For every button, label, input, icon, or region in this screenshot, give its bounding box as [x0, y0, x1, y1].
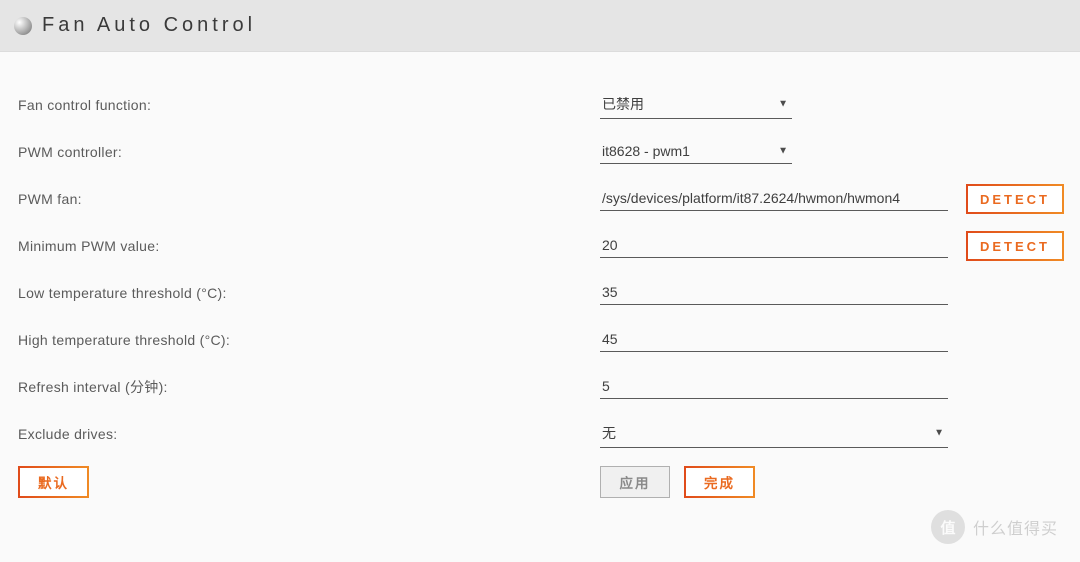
label-pwm-controller: PWM controller:	[18, 144, 600, 160]
row-low-temp: Low temperature threshold (°C):	[18, 278, 1062, 308]
select-exclude-drives[interactable]: 无	[600, 421, 948, 448]
input-high-temp[interactable]	[600, 329, 948, 352]
label-fan-control-function: Fan control function:	[18, 97, 600, 113]
row-pwm-controller: PWM controller: it8628 - pwm1 ▼	[18, 137, 1062, 167]
watermark: 值 什么值得买	[931, 510, 1058, 544]
fan-icon	[14, 17, 32, 35]
label-low-temp: Low temperature threshold (°C):	[18, 285, 600, 301]
row-pwm-fan: PWM fan: DETECT	[18, 184, 1062, 214]
apply-button[interactable]: 应用	[600, 466, 670, 498]
select-pwm-controller[interactable]: it8628 - pwm1	[600, 141, 792, 164]
row-min-pwm: Minimum PWM value: DETECT	[18, 231, 1062, 261]
default-button[interactable]: 默认	[18, 466, 89, 498]
input-low-temp[interactable]	[600, 282, 948, 305]
page-title: Fan Auto Control	[42, 14, 256, 37]
row-fan-control-function: Fan control function: 已禁用 ▼	[18, 90, 1062, 120]
row-refresh-interval: Refresh interval (分钟):	[18, 372, 1062, 402]
row-high-temp: High temperature threshold (°C):	[18, 325, 1062, 355]
watermark-badge-icon: 值	[931, 510, 965, 544]
page-header: Fan Auto Control	[0, 0, 1080, 52]
footer-buttons: 默认 应用 完成	[18, 466, 1062, 498]
watermark-text: 什么值得买	[973, 515, 1058, 539]
row-exclude-drives: Exclude drives: 无 ▼	[18, 419, 1062, 449]
settings-form: Fan control function: 已禁用 ▼ PWM controll…	[0, 52, 1080, 498]
label-min-pwm: Minimum PWM value:	[18, 238, 600, 254]
label-pwm-fan: PWM fan:	[18, 191, 600, 207]
detect-pwm-fan-button[interactable]: DETECT	[966, 184, 1064, 214]
input-min-pwm[interactable]	[600, 235, 948, 258]
select-fan-control-function[interactable]: 已禁用	[600, 92, 792, 119]
detect-min-pwm-button[interactable]: DETECT	[966, 231, 1064, 261]
label-high-temp: High temperature threshold (°C):	[18, 332, 600, 348]
input-refresh-interval[interactable]	[600, 376, 948, 399]
done-button[interactable]: 完成	[684, 466, 755, 498]
input-pwm-fan[interactable]	[600, 188, 948, 211]
label-refresh-interval: Refresh interval (分钟):	[18, 377, 600, 397]
label-exclude-drives: Exclude drives:	[18, 426, 600, 442]
